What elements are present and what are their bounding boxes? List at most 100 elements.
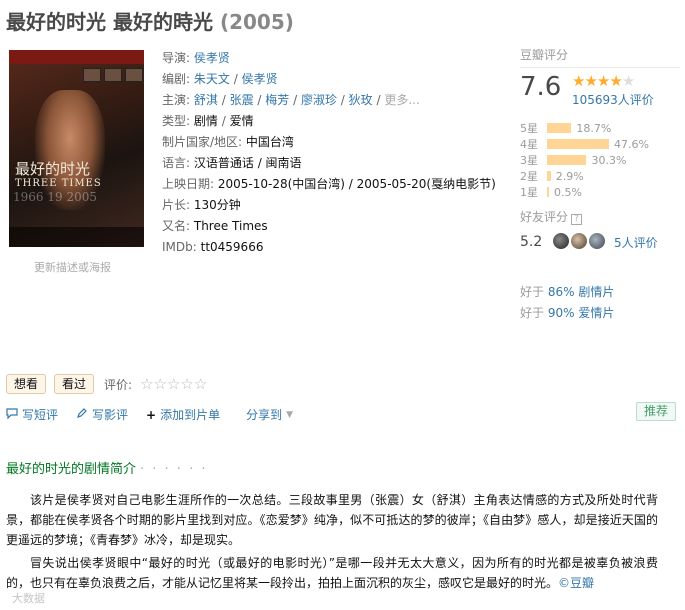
writer-row: 编剧: 朱天文 / 侯孝贤: [162, 69, 502, 90]
movie-poster[interactable]: 最好的时光 THREE TIMES 1966 19 2005: [9, 50, 144, 247]
genre-label: 类型: [162, 114, 187, 128]
write-review[interactable]: 写影评: [76, 406, 128, 423]
colon: :: [186, 51, 194, 65]
poster-subtitle-text: THREE TIMES: [15, 178, 102, 189]
share-label[interactable]: 分享到: [246, 406, 282, 423]
synopsis-body: 该片是侯孝贤对自己电影生涯所作的一次总结。三段故事里男（张震）女（舒淇）主角表达…: [6, 490, 658, 596]
share-menu[interactable]: 分享到 ▼: [246, 406, 293, 423]
avatar[interactable]: [589, 233, 605, 249]
rating-bar-row: 1星 0.5%: [520, 184, 680, 200]
cast-more-link[interactable]: 更多...: [384, 93, 419, 107]
aka-value: Three Times: [193, 219, 268, 233]
update-poster-link[interactable]: 更新描述或海报: [34, 259, 111, 275]
synopsis-paragraph: 该片是侯孝贤对自己电影生涯所作的一次总结。三段故事里男（张震）女（舒淇）主角表达…: [6, 493, 658, 547]
rating-bar-percent: 30.3%: [591, 153, 627, 167]
genre-row: 类型: 剧情 / 爱情: [162, 111, 502, 132]
colon: :: [186, 114, 194, 128]
review-tools: 写短评 写影评 + 添加到片单 分享到 ▼: [6, 406, 311, 423]
genre-value: 剧情: [193, 114, 218, 128]
rating-score: 7.6: [520, 72, 562, 102]
poster-thumbnails: [83, 68, 143, 82]
write-review-label[interactable]: 写影评: [92, 406, 128, 423]
cast-link[interactable]: 梅芳: [265, 93, 289, 107]
imdb-row: IMDb: tt0459666: [162, 237, 502, 258]
runtime-label: 片长: [162, 198, 187, 212]
better-prefix: 好于: [520, 306, 545, 320]
release-value: 2005-10-28(中国台湾) / 2005-05-20(戛纳电影节): [217, 177, 496, 191]
poster-years-text: 1966 19 2005: [13, 190, 97, 204]
writer-link[interactable]: 朱天文: [194, 72, 230, 86]
rating-bar: [547, 171, 551, 181]
page-title: 最好的时光 最好的時光 (2005): [6, 6, 294, 35]
chevron-down-icon: ▼: [286, 409, 294, 420]
douban-source-link[interactable]: ©豆瓣: [558, 576, 594, 590]
runtime-value: 130分钟: [193, 198, 241, 212]
cast-label: 主演: [162, 93, 187, 107]
pencil-icon: [76, 407, 88, 422]
watched-button[interactable]: 看过: [54, 374, 95, 394]
rating-bar-percent: 2.9%: [555, 169, 584, 183]
poster-banner: [9, 50, 144, 64]
star-filled-icon: ★: [609, 72, 622, 90]
rating-bar-label: 5星: [520, 122, 538, 135]
friends-count-link[interactable]: 5人评价: [614, 234, 658, 251]
write-short-review[interactable]: 写短评: [6, 406, 58, 423]
avatar[interactable]: [553, 233, 569, 249]
writer-link[interactable]: 侯孝贤: [242, 72, 278, 86]
better-pct-link[interactable]: 86%: [548, 285, 575, 299]
colon: :: [210, 177, 218, 191]
imdb-label: IMDb: [162, 240, 193, 254]
recommend-button[interactable]: 推荐: [636, 402, 677, 421]
watermark: 大数据: [12, 592, 45, 605]
avatar[interactable]: [571, 233, 587, 249]
star-filled-icon: ★: [584, 72, 597, 90]
better-pct-link[interactable]: 90%: [548, 306, 575, 320]
cast-link[interactable]: 舒淇: [194, 93, 218, 107]
poster-credits: [9, 227, 144, 247]
add-to-list-label[interactable]: 添加到片单: [160, 406, 220, 423]
separator: /: [229, 72, 242, 86]
rating-bar-row: 2星 2.9%: [520, 168, 680, 184]
rating-votes-link[interactable]: 105693人评价: [572, 91, 654, 108]
cast-link[interactable]: 张震: [230, 93, 254, 107]
write-short-review-label[interactable]: 写短评: [22, 406, 58, 423]
colon: :: [186, 156, 194, 170]
poster-title-text: 最好的时光: [15, 160, 91, 178]
add-to-list[interactable]: + 添加到片单: [146, 406, 220, 423]
colon: :: [238, 135, 246, 149]
separator: /: [253, 93, 266, 107]
rating-bar: [547, 155, 587, 165]
language-row: 语言: 汉语普通话 / 闽南语: [162, 153, 502, 174]
better-than-row: 好于 90% 爱情片: [520, 303, 614, 324]
friends-avatars: [553, 233, 605, 249]
director-link[interactable]: 侯孝贤: [194, 51, 230, 65]
rate-stars-input[interactable]: ☆☆☆☆☆: [140, 375, 207, 393]
star-filled-icon: ★: [596, 72, 610, 90]
rating-header: 豆瓣评分: [520, 46, 680, 68]
genre-value: 爱情: [229, 114, 254, 128]
release-label: 上映日期: [162, 177, 211, 191]
rating-stars: ★★★★★: [572, 72, 635, 90]
rating-bar: [547, 139, 609, 149]
country-value: 中国台湾: [245, 135, 294, 149]
rating-bar-percent: 18.7%: [576, 121, 612, 135]
separator: /: [372, 93, 385, 107]
language-value: 汉语普通话 / 闽南语: [193, 156, 302, 170]
star-empty-icon: ★: [621, 72, 635, 90]
rating-bar-label: 1星: [520, 186, 538, 199]
question-icon[interactable]: ?: [571, 214, 583, 225]
synopsis-title: 最好的时光的剧情简介: [6, 462, 137, 477]
runtime-row: 片长: 130分钟: [162, 195, 502, 216]
writer-label: 编剧: [162, 72, 187, 86]
better-genre-link[interactable]: 爱情片: [578, 306, 614, 320]
rating-bar: [547, 123, 572, 133]
rating-bar-label: 3星: [520, 154, 538, 167]
want-to-watch-button[interactable]: 想看: [6, 374, 47, 394]
star-filled-icon: ★: [572, 72, 585, 90]
cast-link[interactable]: 狄玫: [349, 93, 373, 107]
interest-actions: 想看 看过 评价: ☆☆☆☆☆: [6, 374, 207, 394]
cast-link[interactable]: 廖淑珍: [301, 93, 337, 107]
rating-bar-percent: 47.6%: [614, 137, 649, 151]
director-row: 导演: 侯孝贤: [162, 48, 502, 69]
better-genre-link[interactable]: 剧情片: [578, 285, 614, 299]
